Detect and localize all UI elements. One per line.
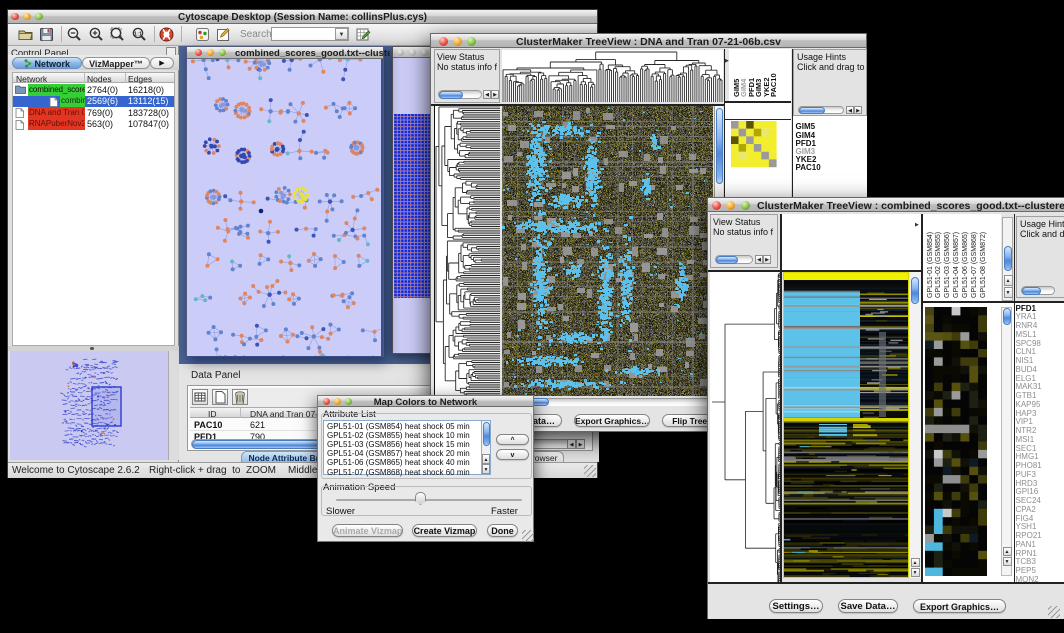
svg-text:1:1: 1:1 bbox=[134, 31, 142, 37]
